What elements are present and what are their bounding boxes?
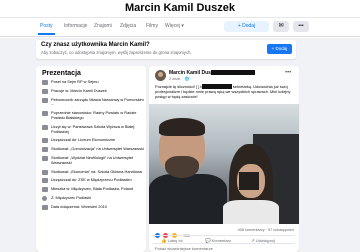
location-pin-icon xyxy=(42,195,47,201)
clock-icon xyxy=(42,204,48,210)
post-actions: 👍Lubię to! 💬Komentarz ↗Udostępnij xyxy=(153,235,295,244)
graduation-cap-icon xyxy=(42,147,48,153)
graduation-cap-icon xyxy=(42,178,48,184)
briefcase-icon xyxy=(42,80,48,85)
briefcase-icon xyxy=(42,88,48,94)
tab-info[interactable]: Informacje xyxy=(62,21,89,31)
intro-item: Uczył się w: Państwowa Szkoła Wyższa w B… xyxy=(42,124,146,135)
post-card: Marcin Kamil Duszek 2 wrzb. · 🌐 ••• Pozn… xyxy=(149,66,299,252)
intro-item: Pełnomocnik zarządu Miasta Narodowy w Po… xyxy=(42,97,146,108)
intro-item: Studiował: „Wydział Neofilologii” na Uni… xyxy=(42,155,146,166)
post-menu-icon[interactable]: ••• xyxy=(285,70,291,76)
intro-item: Pracuje w: Marcin Kamil Duszek xyxy=(42,88,146,94)
suggestion-add-button[interactable]: + Dodaj xyxy=(267,44,292,54)
redaction-bar xyxy=(202,84,232,89)
intro-item: Data dołączenia: Wrzesień 2010 xyxy=(42,204,146,210)
intro-item: Uczęszczał do: ZSE w Międzyrzecu Podlask… xyxy=(42,177,146,184)
graduation-cap-icon xyxy=(42,138,48,144)
more-options-button[interactable]: ••• xyxy=(293,21,309,32)
share-button[interactable]: ↗Udostępnij xyxy=(251,238,275,244)
messenger-icon[interactable]: ✉ xyxy=(273,21,289,32)
redaction-bar xyxy=(211,70,255,75)
profile-header: Marcin Kamil Duszek Posty Informacje Zna… xyxy=(0,0,360,38)
avatar[interactable] xyxy=(155,70,166,81)
friend-suggestion-bar: Czy znasz użytkownika Marcin Kamil? Aby … xyxy=(36,40,296,59)
tab-photos[interactable]: Zdjęcia xyxy=(118,21,138,31)
graduation-cap-icon xyxy=(42,169,48,175)
briefcase-icon xyxy=(42,111,48,117)
intro-item: Z: Międzyrzec Podlaski xyxy=(42,195,146,201)
post-stats[interactable]: 408 komentarzy · 57 udostępnień xyxy=(238,228,294,232)
add-friend-button[interactable]: + Dodaj xyxy=(224,21,269,32)
home-icon xyxy=(42,187,48,193)
post-photo[interactable] xyxy=(149,104,299,224)
intro-list: Poseł na Sejm RP w Sejmu Pracuje w: Marc… xyxy=(42,79,146,214)
reactions-summary[interactable]: 336 xyxy=(155,227,190,239)
profile-name: Marcin Kamil Duszek xyxy=(124,2,236,14)
tab-friends[interactable]: Znajomi xyxy=(92,21,114,31)
comment-button[interactable]: 💬Komentarz xyxy=(205,238,231,244)
intro-item: Studiował: „Gomunizacja” na Uniwersytet … xyxy=(42,146,146,153)
intro-item: Studiował: „Ekonomia” na: Szkoła Główna … xyxy=(42,169,146,175)
intro-item: Poprzednie stanowisko: Radny Powiatu w R… xyxy=(42,110,146,121)
tab-videos[interactable]: Filmy xyxy=(144,21,160,31)
more-comments-link[interactable]: Pokaż wcześniejsze komentarze xyxy=(155,246,213,251)
briefcase-icon xyxy=(42,97,48,103)
intro-item: Uczęszczał do: Liceum Ekonomiczne xyxy=(42,137,146,144)
like-button[interactable]: 👍Lubię to! xyxy=(161,238,183,244)
suggestion-title: Czy znasz użytkownika Marcin Kamil? xyxy=(41,42,150,48)
intro-title: Prezentacja xyxy=(42,70,81,77)
post-date[interactable]: 2 wrzb. · 🌐 xyxy=(169,76,189,81)
tab-more[interactable]: Więcej ▾ xyxy=(163,21,186,31)
intro-item: Poseł na Sejm RP w Sejmu xyxy=(42,79,146,85)
graduation-cap-icon xyxy=(42,155,48,161)
graduation-cap-icon xyxy=(42,124,48,130)
suggestion-subtitle: Aby zobaczyć, co udostępnia znajomym, wy… xyxy=(41,50,192,55)
thumbs-up-icon: 👍 xyxy=(161,238,167,243)
intro-card: Prezentacja Poseł na Sejm RP w Sejmu Pra… xyxy=(36,66,146,252)
share-icon: ↗ xyxy=(251,238,255,243)
profile-tabs: Posty Informacje Znajomi Zdjęcia Filmy W… xyxy=(0,17,360,37)
face-blur-redaction xyxy=(239,172,259,190)
comment-icon: 💬 xyxy=(205,238,211,243)
tab-posts[interactable]: Posty xyxy=(38,21,55,35)
intro-item: Mieszka w: Międzyrzec, Biała Podlaska, P… xyxy=(42,186,146,193)
